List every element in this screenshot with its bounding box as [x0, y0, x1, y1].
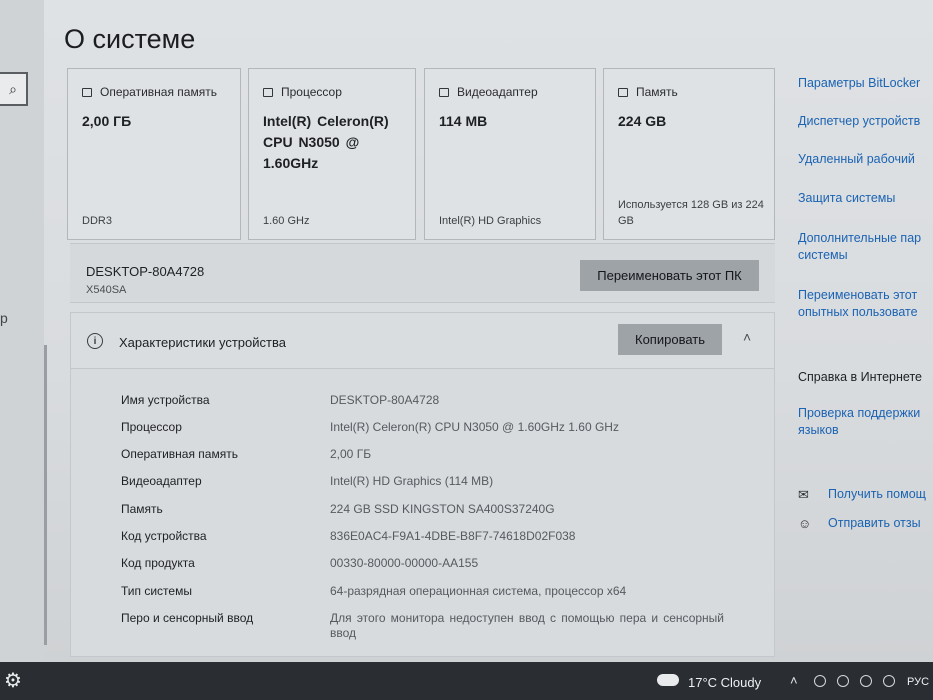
chevron-up-icon[interactable]: ˄	[743, 329, 751, 345]
settings-window: ⌕ р О системе Оперативная память 2,00 ГБ…	[0, 0, 933, 662]
spec-value: 64-разрядная операционная система, проце…	[330, 584, 627, 598]
rename-pc-button[interactable]: Переименовать этот ПК	[580, 260, 759, 291]
tray-app-icon[interactable]	[814, 675, 826, 687]
ram-icon	[82, 87, 92, 97]
processor-card-label: Процессор	[281, 85, 342, 99]
storage-card-footer: Используется 128 GB из 224 GB	[618, 199, 764, 227]
show-hidden-icons-chevron-icon[interactable]: ˄	[790, 673, 798, 688]
device-name-section: DESKTOP-80A4728 X540SA Переименовать это…	[70, 243, 775, 303]
link-rename-advanced-line2[interactable]: опытных пользовате	[798, 304, 918, 321]
spec-key: Код продукта	[121, 556, 195, 570]
link-remote-desktop[interactable]: Удаленный рабочий	[798, 151, 915, 168]
gpu-card-label: Видеоадаптер	[457, 85, 538, 99]
nav-fragment: р	[0, 310, 8, 326]
memory-card-footer: DDR3	[82, 215, 112, 227]
tray-app-icon[interactable]	[837, 675, 849, 687]
link-language-support-line2[interactable]: языков	[798, 422, 839, 439]
chat-help-icon: ✉	[798, 487, 809, 502]
gpu-card: Видеоадаптер 114 MB Intel(R) HD Graphics	[424, 68, 596, 240]
link-bitlocker[interactable]: Параметры BitLocker	[798, 75, 920, 92]
copy-button[interactable]: Копировать	[618, 324, 722, 355]
feedback-icon: ☺	[798, 516, 812, 531]
related-settings: Параметры BitLocker Диспетчер устройств …	[798, 0, 933, 662]
volume-icon[interactable]	[883, 675, 895, 687]
link-language-support[interactable]: Проверка поддержки	[798, 405, 920, 422]
device-name: DESKTOP-80A4728	[86, 264, 205, 279]
spec-key: Видеоадаптер	[121, 474, 202, 488]
processor-card: Процессор Intel(R) Celeron(R) CPU N3050 …	[248, 68, 416, 240]
processor-card-footer: 1.60 GHz	[263, 215, 310, 227]
spec-key: Тип системы	[121, 584, 192, 598]
link-device-manager[interactable]: Диспетчер устройств	[798, 113, 920, 130]
spec-value: 2,00 ГБ	[330, 447, 372, 461]
link-advanced-settings-line2[interactable]: системы	[798, 247, 848, 264]
spec-value: Intel(R) Celeron(R) CPU N3050 @ 1.60GHz …	[330, 420, 619, 434]
device-specifications: i Характеристики устройства Копировать ˄…	[70, 312, 775, 657]
spec-value: Для этого монитора недоступен ввод с пом…	[330, 611, 724, 640]
storage-card-label: Память	[636, 85, 678, 99]
link-advanced-settings[interactable]: Дополнительные пар	[798, 230, 921, 247]
storage-card-value: 224 GB	[618, 113, 667, 129]
language-indicator[interactable]: РУС	[907, 676, 929, 688]
gpu-card-footer: Intel(R) HD Graphics	[439, 215, 542, 227]
cpu-icon	[263, 87, 273, 97]
spec-key: Процессор	[121, 420, 182, 434]
spec-value: 00330-80000-00000-AA155	[330, 556, 479, 570]
spec-key: Имя устройства	[121, 393, 210, 407]
gpu-card-value: 114 MB	[439, 113, 488, 129]
spec-key: Оперативная память	[121, 447, 238, 461]
scrollbar[interactable]	[44, 345, 47, 645]
disk-icon	[618, 87, 628, 97]
page-title: О системе	[64, 24, 196, 54]
spec-key: Перо и сенсорный ввод	[121, 611, 254, 625]
help-heading: Справка в Интернете	[798, 370, 922, 384]
cloud-icon	[657, 674, 679, 686]
spec-key: Код устройства	[121, 529, 207, 543]
monitor-icon	[439, 87, 449, 97]
search-icon[interactable]: ⌕	[0, 72, 28, 106]
memory-card: Оперативная память 2,00 ГБ DDR3	[67, 68, 241, 240]
network-icon[interactable]	[860, 675, 872, 687]
weather-widget[interactable]: 17°C Cloudy	[688, 675, 761, 690]
spec-value: DESKTOP-80A4728	[330, 393, 440, 407]
processor-card-value: Intel(R) Celeron(R) CPU N3050 @ 1.60GHz	[263, 113, 389, 171]
specs-header[interactable]: i Характеристики устройства Копировать ˄	[71, 313, 774, 369]
info-icon: i	[87, 333, 103, 349]
gear-icon[interactable]: ⚙	[4, 668, 22, 693]
device-model: X540SA	[86, 284, 127, 296]
memory-card-label: Оперативная память	[100, 85, 217, 99]
link-system-protection[interactable]: Защита системы	[798, 190, 895, 207]
feedback-link[interactable]: Отправить отзы	[828, 516, 921, 530]
memory-card-value: 2,00 ГБ	[82, 113, 132, 129]
specs-title: Характеристики устройства	[119, 335, 286, 350]
get-help-link[interactable]: Получить помощ	[828, 487, 926, 501]
storage-card: Память 224 GB Используется 128 GB из 224…	[603, 68, 775, 240]
spec-value: Intel(R) HD Graphics (114 MB)	[330, 474, 494, 488]
link-rename-advanced[interactable]: Переименовать этот	[798, 287, 917, 304]
taskbar: ⚙ 17°C Cloudy ˄ РУС	[0, 662, 933, 700]
spec-key: Память	[121, 502, 163, 516]
spec-value: 224 GB SSD KINGSTON SA400S37240G	[330, 502, 555, 516]
left-navigation: ⌕ р	[0, 0, 44, 662]
spec-value: 836E0AC4-F9A1-4DBE-B8F7-74618D02F038	[330, 529, 576, 543]
